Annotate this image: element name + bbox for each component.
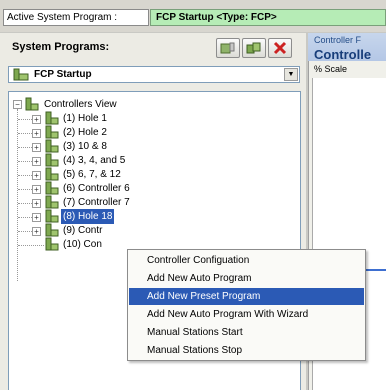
expand-icon[interactable]: + [32, 199, 41, 208]
menu-item-add-preset-program[interactable]: Add New Preset Program [129, 288, 364, 305]
controller-icon [45, 111, 59, 125]
expand-icon[interactable]: + [32, 143, 41, 152]
controller-icon [45, 223, 59, 237]
tree-item-label: (4) 3, 4, and 5 [63, 155, 126, 166]
add-program-icon [220, 42, 235, 54]
menu-item-add-auto-program[interactable]: Add New Auto Program [129, 270, 364, 287]
expand-icon[interactable]: + [32, 185, 41, 194]
active-program-value: FCP Startup <Type: FCP> [150, 9, 386, 26]
controller-icon [45, 125, 59, 139]
menu-item-manual-stations-start[interactable]: Manual Stations Start [129, 324, 364, 341]
tree-item-label: (7) Controller 7 [63, 197, 130, 208]
delete-program-icon [273, 41, 287, 55]
expand-icon[interactable]: + [32, 115, 41, 124]
tree-item-label: (10) Con [63, 239, 102, 250]
tree-item-label: (9) Contr [63, 225, 103, 236]
tree-connector [18, 119, 32, 120]
add-program-button[interactable] [216, 38, 240, 58]
expand-icon[interactable]: + [32, 129, 41, 138]
tree-item-label: (6) Controller 6 [63, 183, 130, 194]
tree-connector [18, 133, 32, 134]
program-select-value: FCP Startup [34, 69, 92, 80]
controller-icon [45, 209, 59, 223]
tree-connector [18, 161, 32, 162]
collapse-icon[interactable]: − [13, 100, 22, 109]
expand-icon[interactable]: + [32, 157, 41, 166]
tree-connector [18, 231, 32, 232]
active-program-label: Active System Program : [3, 9, 149, 26]
controller-panel-subtitle: Controller F [314, 35, 362, 45]
tree-connector [18, 245, 44, 246]
tree-connector [18, 189, 32, 190]
controller-icon [45, 167, 59, 181]
menu-item-add-auto-program-wizard[interactable]: Add New Auto Program With Wizard [129, 306, 364, 323]
delete-program-button[interactable] [268, 38, 292, 58]
tree-item-label: (3) 10 & 8 [63, 141, 107, 152]
controller-panel-title: Controlle [314, 47, 372, 62]
tree-guide [17, 109, 18, 281]
scale-line [363, 269, 386, 271]
scale-label: % Scale [314, 64, 348, 74]
program-icon [13, 68, 29, 81]
tree-item-label: (8) Hole 18 [61, 209, 115, 224]
controllers-view-icon [25, 97, 39, 111]
tree-connector [18, 203, 32, 204]
menu-item-manual-stations-stop[interactable]: Manual Stations Stop [129, 342, 364, 359]
expand-icon[interactable]: + [32, 227, 41, 236]
tree-item-label: (1) Hole 1 [63, 113, 107, 124]
controller-icon [45, 195, 59, 209]
tree-root-label: Controllers View [44, 99, 117, 110]
tree-connector [18, 175, 32, 176]
controller-icon [45, 153, 59, 167]
program-select[interactable]: FCP Startup ▼ [8, 66, 300, 83]
controller-icon [45, 139, 59, 153]
tree-connector [18, 217, 32, 218]
controller-icon [45, 181, 59, 195]
system-programs-label: System Programs: [12, 41, 110, 53]
expand-icon[interactable]: + [32, 171, 41, 180]
menu-item-controller-configuration[interactable]: Controller Configuation [129, 252, 364, 269]
copy-program-icon [246, 42, 261, 54]
tree-connector [18, 147, 32, 148]
copy-program-button[interactable] [242, 38, 266, 58]
expand-icon[interactable]: + [32, 213, 41, 222]
context-menu: Controller Configuation Add New Auto Pro… [127, 249, 366, 361]
chevron-down-icon[interactable]: ▼ [284, 68, 298, 81]
controller-icon [45, 237, 59, 251]
tree-item-label: (5) 6, 7, & 12 [63, 169, 121, 180]
tree-item-label: (2) Hole 2 [63, 127, 107, 138]
